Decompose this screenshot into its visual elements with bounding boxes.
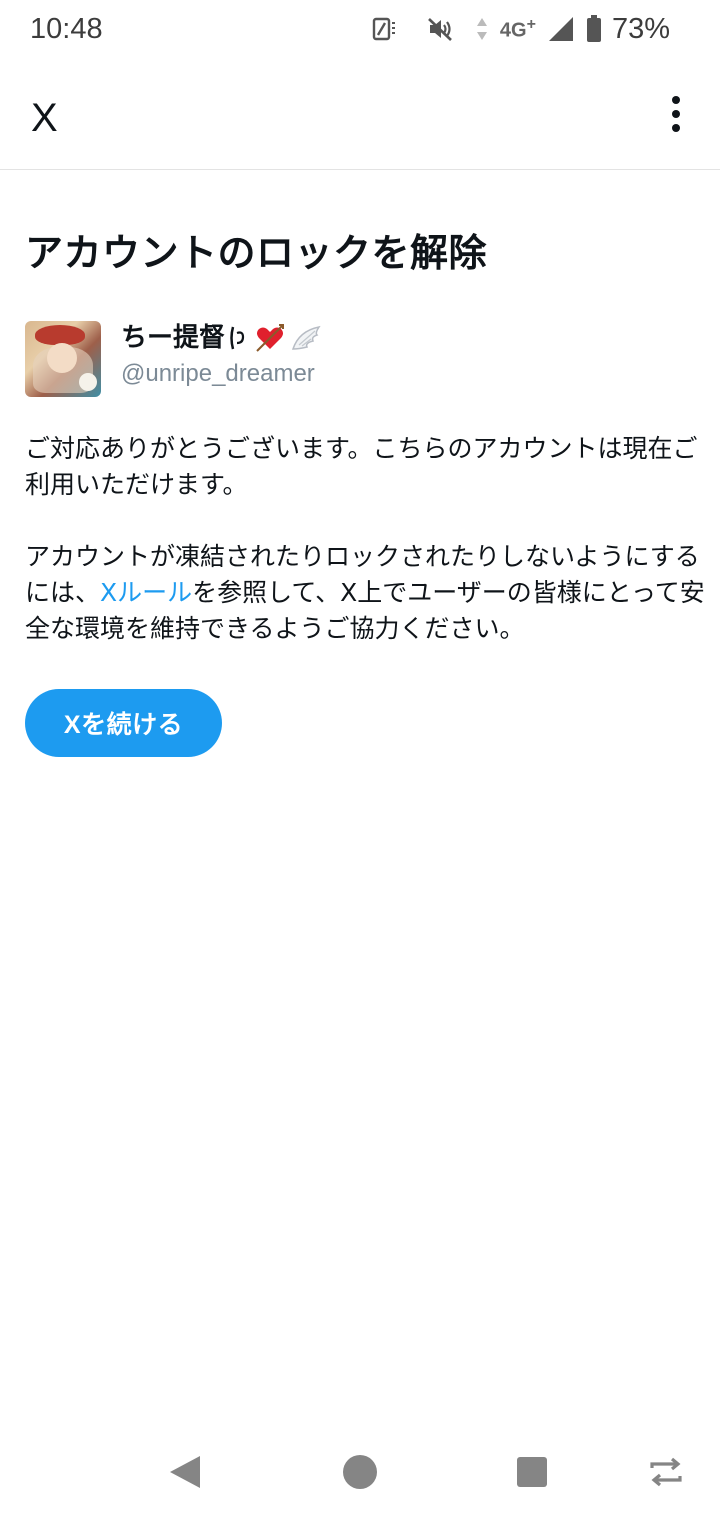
network-type: 4G+: [500, 16, 536, 43]
account-names: ちー提督 @unripe_dreamer: [121, 321, 323, 391]
data-arrows-icon: [476, 18, 487, 40]
battery-percent: 73%: [611, 12, 670, 45]
rotate-icon[interactable]: [648, 1456, 684, 1488]
signal-icon: [548, 17, 573, 41]
recents-icon[interactable]: [517, 1457, 547, 1487]
guidance-message: アカウントが凍結されたりロックされたりしないようにするには、Xルールを参照して、…: [25, 539, 705, 647]
system-navigation-bar: [0, 1432, 720, 1512]
more-vertical-icon: [672, 96, 680, 104]
avatar: [25, 321, 101, 397]
home-icon[interactable]: [343, 1455, 377, 1489]
battery-icon: [586, 15, 601, 42]
main-content: アカウントのロックを解除 ちー提督 @unripe_dreamer ご対応ありが…: [25, 200, 705, 757]
network-type-label: 4G: [499, 19, 527, 42]
heart-arrow-icon: [256, 324, 285, 352]
status-icons: 4G+ 73%: [372, 13, 670, 46]
network-plus: +: [526, 15, 536, 33]
app-title: X: [31, 96, 58, 140]
back-icon[interactable]: [168, 1454, 202, 1490]
more-vertical-icon-dot: [672, 124, 680, 132]
username: @unripe_dreamer: [121, 360, 315, 387]
app-bar: X: [0, 64, 720, 170]
more-vertical-icon-dot: [672, 110, 680, 118]
nfc-icon: [372, 17, 395, 41]
confirmation-message: ご対応ありがとうございます。こちらのアカウントは現在ご利用いただけます。: [25, 434, 698, 499]
continue-to-x-button[interactable]: Xを続ける: [25, 689, 222, 757]
account-card: ちー提督 @unripe_dreamer: [25, 321, 705, 397]
mute-icon: [428, 18, 452, 41]
more-options-button[interactable]: [662, 92, 690, 136]
bracket-decoration-icon: [230, 326, 245, 350]
screen: 10:48 4G+ 73% X アカウントのロックを解除 ちー提督 @unrip…: [0, 0, 720, 1520]
wing-icon: [291, 325, 321, 350]
display-name-row: ちー提督: [121, 321, 323, 355]
status-time: 10:48: [30, 12, 103, 45]
status-bar: 10:48 4G+ 73%: [0, 0, 720, 58]
page-title: アカウントのロックを解除: [25, 231, 488, 275]
x-rules-link[interactable]: Xルール: [100, 578, 192, 607]
display-name: ちー提督: [121, 323, 226, 353]
